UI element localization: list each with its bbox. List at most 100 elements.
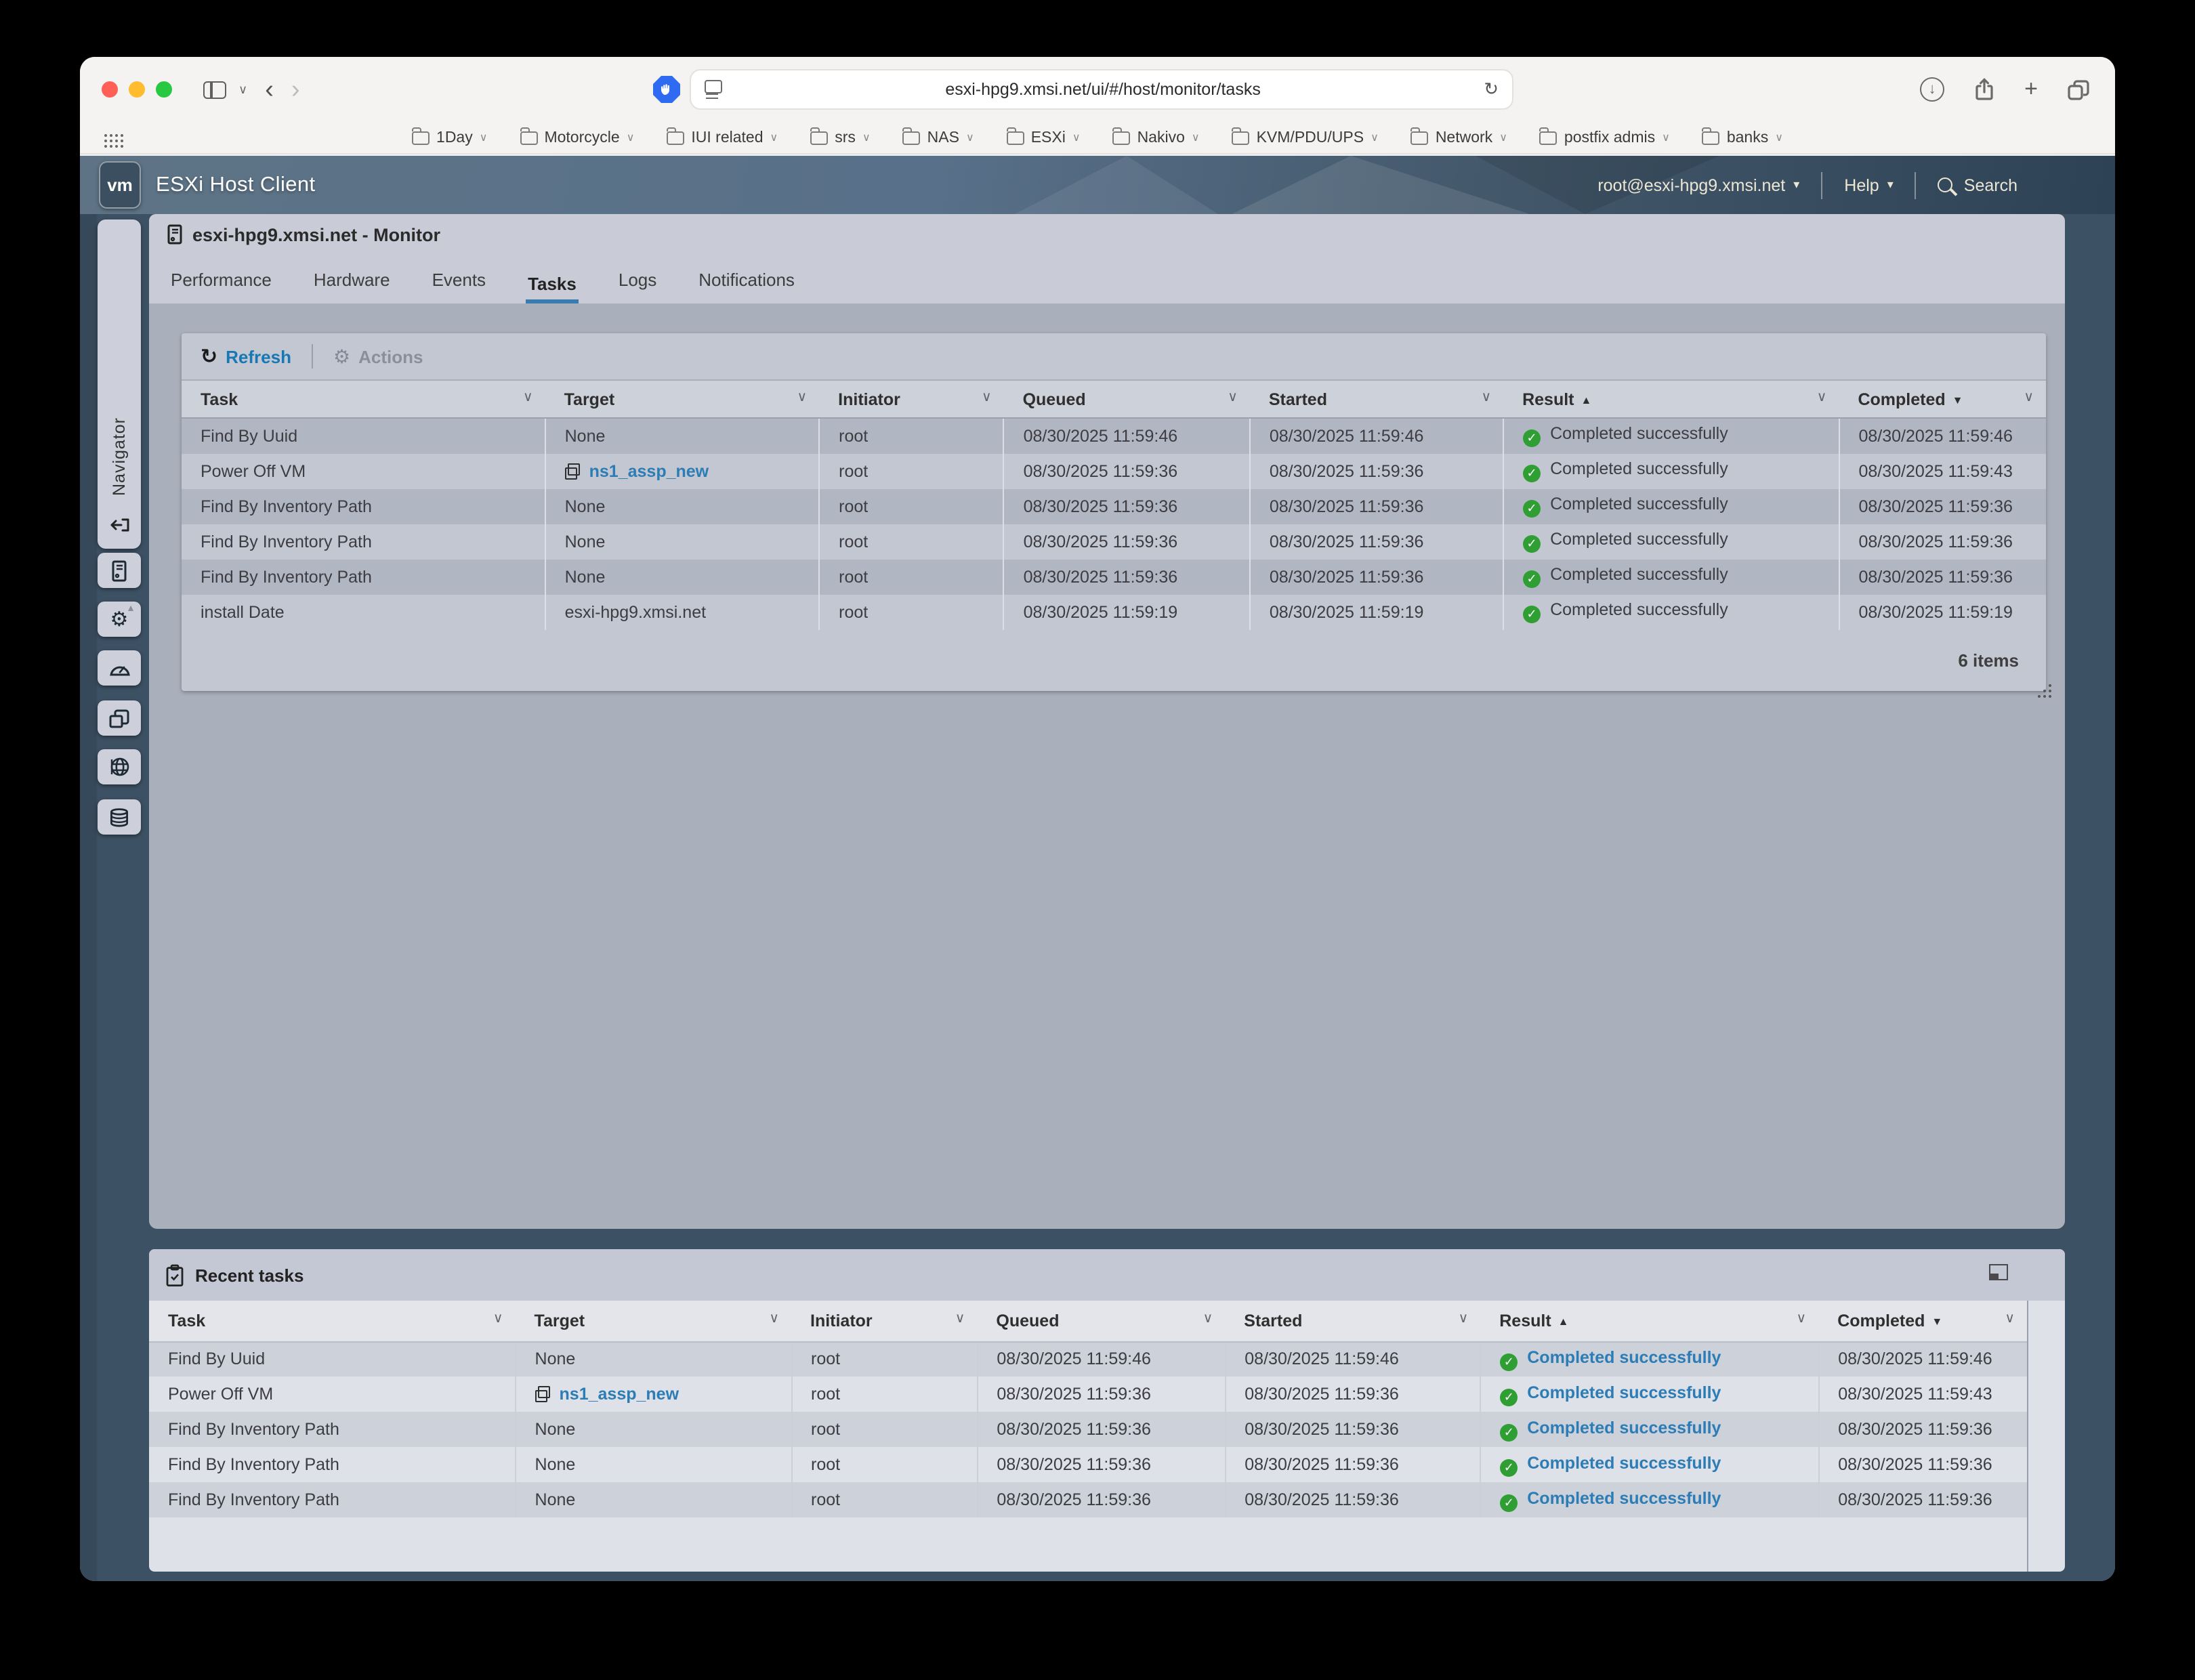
bookmark-folder[interactable]: srs ∨ — [810, 127, 871, 146]
table-row[interactable]: Power Off VM ns1_assp_new root 08/30/2025 1… — [149, 1377, 2027, 1412]
column-header-target[interactable]: Target ∨ — [545, 379, 820, 419]
column-header-result[interactable]: Result ▲ ∨ — [1503, 379, 1839, 419]
bookmark-folder[interactable]: Nakivo ∨ — [1112, 127, 1200, 146]
sidebar-item-manage[interactable]: ⚙ ▲ — [98, 602, 141, 637]
table-row[interactable]: Find By Inventory Path None root 08/30/2025… — [182, 488, 2046, 524]
bookmark-folder[interactable]: ESXi ∨ — [1006, 127, 1081, 146]
column-filter-chevron-icon[interactable]: ∨ — [1797, 1311, 1807, 1326]
column-filter-chevron-icon[interactable]: ∨ — [493, 1311, 503, 1326]
cell-initiator: root — [819, 594, 1005, 629]
sidebar-item-virtual-machines[interactable] — [98, 700, 141, 736]
column-filter-chevron-icon[interactable]: ∨ — [1817, 390, 1827, 405]
sidebar-toggle-icon[interactable] — [203, 81, 226, 98]
table-row[interactable]: Find By Uuid None root 08/30/2025 11:59:46 0… — [149, 1341, 2027, 1377]
address-bar[interactable]: esxi-hpg9.xmsi.net/ui/#/host/monitor/tas… — [690, 69, 1513, 110]
virtual-machines-icon — [109, 709, 129, 728]
table-row[interactable]: Find By Inventory Path None root 08/30/2025… — [149, 1412, 2027, 1447]
column-filter-chevron-icon[interactable]: ∨ — [769, 1311, 779, 1326]
bookmark-folder[interactable]: IUI related ∨ — [667, 127, 778, 146]
column-header-completed[interactable]: Completed ▼ ∨ — [1818, 1301, 2027, 1342]
column-header-task[interactable]: Task ∨ — [149, 1301, 516, 1342]
close-window-button[interactable] — [102, 81, 118, 98]
minimize-window-button[interactable] — [129, 81, 145, 98]
sidebar-item-monitor[interactable] — [98, 650, 141, 686]
share-icon[interactable] — [1973, 77, 1996, 102]
table-row[interactable]: Power Off VM ns1_assp_new root 08/30/2025 1… — [182, 453, 2046, 488]
chevron-down-icon: ∨ — [1662, 131, 1670, 144]
tab-notifications[interactable]: Notifications — [696, 270, 797, 303]
result-text[interactable]: Completed successfully — [1527, 1453, 1721, 1472]
sidebar-chevron-icon[interactable]: ∨ — [238, 82, 247, 97]
result-text[interactable]: Completed successfully — [1527, 1488, 1721, 1507]
search-button[interactable]: Search — [1917, 175, 2039, 194]
table-row[interactable]: Find By Inventory Path None root 08/30/2025… — [182, 524, 2046, 559]
new-tab-icon[interactable]: + — [2024, 76, 2038, 103]
favorites-grid-icon[interactable] — [104, 134, 107, 137]
sidebar-item-host[interactable] — [98, 553, 141, 588]
cell-task: Find By Inventory Path — [182, 488, 546, 524]
bookmark-folder[interactable]: banks ∨ — [1702, 127, 1783, 146]
zoom-window-button[interactable] — [156, 81, 172, 98]
recent-tasks-scrollbar[interactable] — [2027, 1301, 2049, 1572]
bookmark-folder[interactable]: postfix admis ∨ — [1539, 127, 1670, 146]
page-settings-icon[interactable] — [705, 79, 722, 100]
column-header-result[interactable]: Result ▲ ∨ — [1480, 1301, 1819, 1342]
resize-grip-icon[interactable] — [2038, 684, 2041, 686]
navigator-panel[interactable]: Navigator — [98, 219, 141, 549]
target-vm-link[interactable]: ns1_assp_new — [589, 461, 709, 480]
maximize-panel-icon[interactable] — [1989, 1264, 2008, 1280]
bookmark-folder[interactable]: NAS ∨ — [902, 127, 974, 146]
target-vm-link[interactable]: ns1_assp_new — [560, 1385, 680, 1404]
column-filter-chevron-icon[interactable]: ∨ — [1481, 390, 1491, 405]
tab-overview-icon[interactable] — [2066, 78, 2091, 101]
column-header-task[interactable]: Task ∨ — [182, 379, 545, 419]
reload-icon[interactable]: ↻ — [1484, 79, 1499, 100]
column-filter-chevron-icon[interactable]: ∨ — [955, 1311, 965, 1326]
bookmark-folder[interactable]: KVM/PDU/UPS ∨ — [1232, 127, 1379, 146]
table-row[interactable]: install Date esxi-hpg9.xmsi.net root 08/30/… — [182, 594, 2046, 629]
actions-button[interactable]: ⚙ Actions — [333, 346, 423, 366]
sidebar-item-networking[interactable] — [98, 749, 141, 784]
user-menu[interactable]: root@esxi-hpg9.xmsi.net ▾ — [1576, 175, 1821, 194]
sidebar-item-storage[interactable] — [98, 799, 141, 835]
column-header-started[interactable]: Started ∨ — [1249, 379, 1504, 419]
column-header-completed[interactable]: Completed ▼ ∨ — [1839, 379, 2046, 419]
tab-tasks[interactable]: Tasks — [525, 274, 579, 303]
back-button[interactable]: ‹ — [265, 77, 274, 102]
bookmark-folder[interactable]: 1Day ∨ — [412, 127, 487, 146]
refresh-button[interactable]: ↻ Refresh — [201, 346, 291, 366]
column-filter-chevron-icon[interactable]: ∨ — [523, 390, 533, 405]
result-text[interactable]: Completed successfully — [1527, 1348, 1721, 1367]
column-header-initiator[interactable]: Initiator ∨ — [791, 1301, 978, 1342]
result-text[interactable]: Completed successfully — [1527, 1383, 1721, 1402]
bookmark-folder[interactable]: Network ∨ — [1410, 127, 1507, 146]
tab-performance[interactable]: Performance — [168, 270, 274, 303]
column-filter-chevron-icon[interactable]: ∨ — [797, 390, 808, 405]
collapse-navigator-icon[interactable] — [108, 515, 131, 535]
table-row[interactable]: Find By Uuid None root 08/30/2025 11:59:46 0… — [182, 418, 2046, 453]
column-filter-chevron-icon[interactable]: ∨ — [982, 390, 992, 405]
vmware-logo[interactable]: vm — [99, 161, 141, 209]
column-filter-chevron-icon[interactable]: ∨ — [1203, 1311, 1213, 1326]
column-header-initiator[interactable]: Initiator ∨ — [819, 379, 1004, 419]
table-row[interactable]: Find By Inventory Path None root 08/30/2025… — [182, 559, 2046, 594]
content-blocker-shield-icon[interactable] — [653, 76, 680, 103]
column-header-queued[interactable]: Queued ∨ — [1003, 379, 1250, 419]
table-row[interactable]: Find By Inventory Path None root 08/30/2025… — [149, 1447, 2027, 1482]
column-filter-chevron-icon[interactable]: ∨ — [1459, 1311, 1469, 1326]
column-header-target[interactable]: Target ∨ — [515, 1301, 791, 1342]
tab-events[interactable]: Events — [430, 270, 489, 303]
column-header-queued[interactable]: Queued ∨ — [977, 1301, 1226, 1342]
cell-initiator: root — [819, 524, 1005, 559]
tab-logs[interactable]: Logs — [616, 270, 659, 303]
downloads-icon[interactable]: ↓ — [1920, 77, 1945, 102]
tab-hardware[interactable]: Hardware — [311, 270, 393, 303]
column-filter-chevron-icon[interactable]: ∨ — [1228, 390, 1238, 405]
bookmark-folder[interactable]: Motorcycle ∨ — [520, 127, 634, 146]
result-text[interactable]: Completed successfully — [1527, 1418, 1721, 1437]
help-menu[interactable]: Help ▾ — [1822, 175, 1915, 194]
column-header-started[interactable]: Started ∨ — [1225, 1301, 1481, 1342]
column-filter-chevron-icon[interactable]: ∨ — [2024, 390, 2034, 405]
column-filter-chevron-icon[interactable]: ∨ — [2005, 1311, 2015, 1326]
table-row[interactable]: Find By Inventory Path None root 08/30/2025… — [149, 1482, 2027, 1517]
